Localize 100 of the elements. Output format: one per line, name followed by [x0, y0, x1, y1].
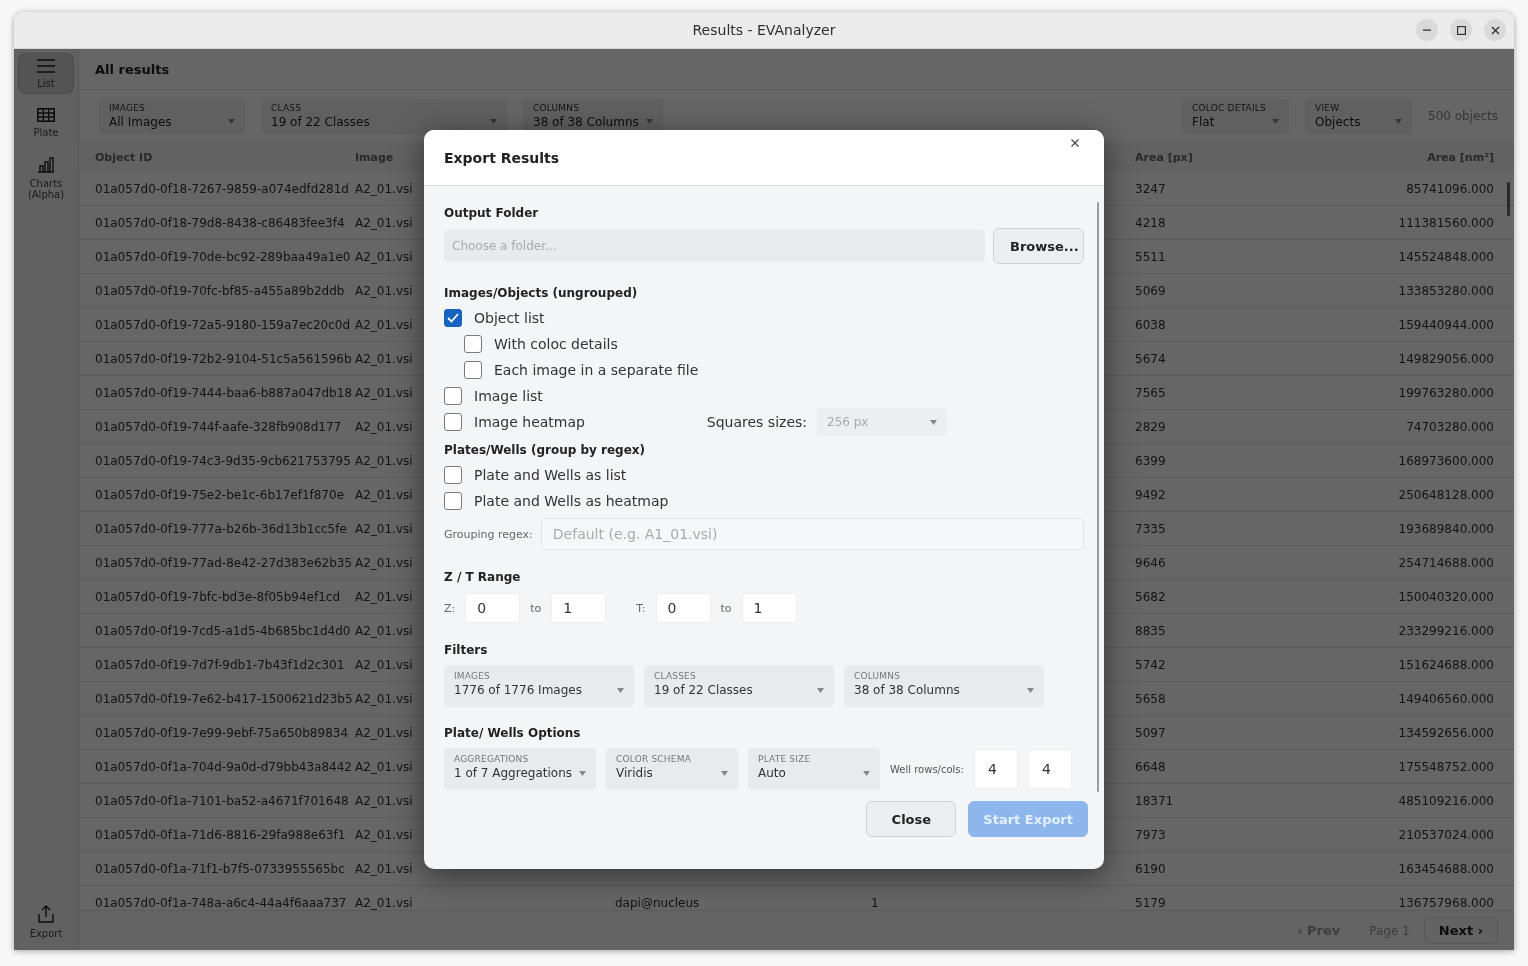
table-cell: 210537024.000 — [1398, 827, 1494, 842]
scrollbar[interactable] — [1507, 182, 1510, 216]
table-cell: 01a057d0-0f19-74c3-9d35-9cb621753795 — [95, 453, 351, 468]
table-cell: A2_01.vsi — [355, 725, 413, 740]
table-cell: 01a057d0-0f19-72a5-9180-159a7ec20c0d — [95, 317, 351, 332]
table-cell: 7335 — [1135, 521, 1166, 536]
table-cell: A2_01.vsi — [355, 487, 413, 502]
table-cell: 01a057d0-0f1a-704d-9a0d-d79bb43a8442 — [95, 759, 352, 774]
table-cell: A2_01.vsi — [355, 827, 413, 842]
checkbox[interactable] — [444, 492, 462, 510]
number-field[interactable]: 1 — [741, 593, 797, 623]
table-cell: 01a057d0-0f1a-71d6-8816-29fa988e63f1 — [95, 827, 346, 842]
table-cell: 01a057d0-0f1a-71f1-b7f5-0733955565bc — [95, 861, 345, 876]
caret-icon — [579, 770, 586, 776]
table-cell: A2_01.vsi — [355, 181, 413, 196]
table-cell: A2_01.vsi — [355, 419, 413, 434]
number-field[interactable]: 0 — [655, 593, 711, 623]
table-cell: 01a057d0-0f19-70de-bc92-289baa49a1e0 — [95, 249, 351, 264]
close-icon — [1490, 25, 1500, 35]
table-cell: A2_01.vsi — [355, 589, 413, 604]
table-cell: A2_01.vsi — [355, 691, 413, 706]
table-cell: 01a057d0-0f1a-7101-ba52-a4671f701648 — [95, 793, 349, 808]
checkbox[interactable] — [444, 387, 462, 405]
menu-icon — [37, 59, 55, 73]
checkbox[interactable] — [464, 335, 482, 353]
regex-field[interactable]: Default (e.g. A1_01.vsi) — [540, 518, 1084, 550]
table-cell: 01a057d0-0f19-7e99-9ebf-75a650b89834 — [95, 725, 349, 740]
checkbox[interactable] — [464, 361, 482, 379]
table-cell: A2_01.vsi — [355, 317, 413, 332]
checkbox-label[interactable]: With coloc details — [494, 336, 618, 352]
table-cell: 01a057d0-0f19-7e62-b417-1500621d23b5 — [95, 691, 353, 706]
option-dropdown[interactable]: COLOR SCHEMA Viridis — [606, 748, 738, 790]
table-cell: 01a057d0-0f18-7267-9859-a074edfd281d — [95, 181, 349, 196]
caret-icon — [930, 419, 937, 425]
table-cell: 9646 — [1135, 555, 1166, 570]
page-title: All results — [95, 61, 170, 77]
number-field[interactable]: 4 — [1027, 749, 1072, 789]
checkbox-label[interactable]: Plate and Wells as list — [474, 467, 627, 483]
checkbox-label[interactable]: Each image in a separate file — [494, 362, 699, 378]
table-cell: 163454688.000 — [1398, 861, 1494, 876]
table-cell: 3247 — [1135, 181, 1166, 196]
table-cell: 6190 — [1135, 861, 1166, 876]
scrollbar[interactable] — [1097, 202, 1099, 792]
filter-dropdown[interactable]: IMAGES 1776 of 1776 Images — [444, 665, 634, 707]
table-cell: A2_01.vsi — [355, 895, 413, 910]
filter-dropdown[interactable]: CLASSES 19 of 22 Classes — [644, 665, 834, 707]
table-cell: 74703280.000 — [1406, 419, 1494, 434]
checkbox-label[interactable]: Image heatmap — [474, 414, 585, 430]
checkbox-label[interactable]: Plate and Wells as heatmap — [474, 493, 669, 509]
table-cell: 5658 — [1135, 691, 1166, 706]
table-cell: A2_01.vsi — [355, 215, 413, 230]
table-cell: 6648 — [1135, 759, 1166, 774]
checkbox[interactable] — [444, 309, 462, 327]
field-label: Grouping regex: — [444, 527, 533, 541]
table-cell: 18371 — [1135, 793, 1174, 808]
dialog-title: Export Results — [444, 149, 560, 166]
table-cell: 175548752.000 — [1398, 759, 1494, 774]
caret-icon — [228, 119, 235, 124]
table-cell: dapi@nucleus — [615, 895, 700, 910]
table-cell: 01a057d0-0f19-70fc-bf85-a455a89b2ddb — [95, 283, 345, 298]
section-heading: Output Folder — [444, 206, 540, 220]
field-label: Well rows/cols: — [890, 763, 964, 775]
minimize-icon — [1423, 29, 1431, 31]
table-cell: 111381560.000 — [1398, 215, 1494, 230]
table-cell: 8835 — [1135, 623, 1166, 638]
table-cell: A2_01.vsi — [355, 793, 413, 808]
table-cell: 2829 — [1135, 419, 1166, 434]
checkbox[interactable] — [444, 466, 462, 484]
number-field[interactable]: 0 — [465, 593, 521, 623]
checkbox-label[interactable]: Image list — [474, 388, 543, 404]
close-button[interactable]: Close — [866, 801, 957, 837]
caret-icon — [1395, 119, 1403, 124]
table-cell: 7565 — [1135, 385, 1166, 400]
table-cell: 136757968.000 — [1398, 895, 1494, 910]
checkbox[interactable] — [444, 413, 462, 431]
table-cell: 151624688.000 — [1398, 657, 1494, 672]
table-cell: 159440944.000 — [1398, 317, 1494, 332]
option-dropdown[interactable]: PLATE SIZE Auto — [748, 748, 880, 790]
section-heading: Z / T Range — [444, 570, 522, 584]
table-cell: 199763280.000 — [1398, 385, 1494, 400]
table-cell: A2_01.vsi — [355, 623, 413, 638]
field-label: Z: — [444, 601, 456, 615]
caret-icon — [617, 687, 624, 693]
maximize-icon — [1456, 25, 1466, 35]
filter-dropdown[interactable]: COLUMNS 38 of 38 Columns — [844, 665, 1044, 707]
maximize-button[interactable] — [1450, 19, 1472, 41]
folder-field[interactable]: Choose a folder... — [444, 230, 985, 262]
number-field[interactable]: 1 — [551, 593, 607, 623]
table-cell: 134592656.000 — [1398, 725, 1494, 740]
browse-button[interactable]: Browse... — [993, 228, 1084, 264]
checkbox-label[interactable]: Object list — [474, 310, 545, 326]
option-dropdown[interactable]: AGGREGATIONS 1 of 7 Aggregations — [444, 748, 596, 790]
table-cell: A2_01.vsi — [355, 249, 413, 264]
minimize-button[interactable] — [1416, 19, 1438, 41]
table-cell: 01a057d0-0f19-744f-aafe-328fb908d177 — [95, 419, 342, 434]
close-button[interactable] — [1484, 19, 1506, 41]
number-field[interactable]: 4 — [973, 749, 1018, 789]
window-title: Results - EVAnalyzer — [692, 22, 836, 38]
caret-icon — [490, 119, 497, 124]
caret-icon — [721, 770, 728, 776]
